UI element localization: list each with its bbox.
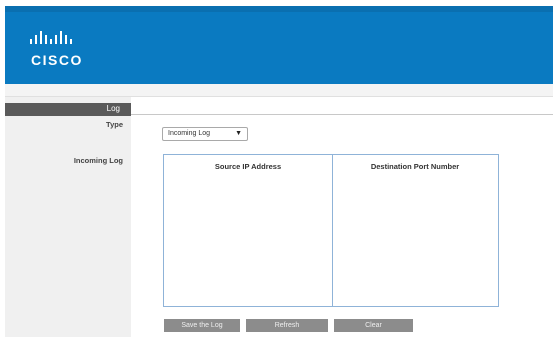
nav-item-log[interactable]: Log <box>5 103 131 116</box>
header-bar: CISCO <box>5 6 553 84</box>
source-ip-column: Source IP Address <box>164 155 333 306</box>
nav-item-log-label: Log <box>106 104 120 113</box>
content-divider <box>131 114 553 115</box>
type-label: Type <box>106 120 123 129</box>
left-nav: Log <box>5 97 131 337</box>
save-log-button[interactable]: Save the Log <box>164 319 240 332</box>
clear-button[interactable]: Clear <box>334 319 413 332</box>
logo-word: CISCO <box>31 52 83 68</box>
destination-port-column: Destination Port Number <box>333 155 497 306</box>
log-type-select[interactable]: Incoming Log ▼ <box>162 127 248 141</box>
incoming-log-label: Incoming Log <box>73 156 123 165</box>
column-header-destination-port: Destination Port Number <box>370 162 460 171</box>
log-type-selected: Incoming Log <box>168 130 211 137</box>
cisco-bars-icon <box>30 31 72 44</box>
log-table[interactable]: Source IP Address Destination Port Numbe… <box>163 154 499 307</box>
chevron-down-icon: ▼ <box>235 130 242 137</box>
column-header-source-ip: Source IP Address <box>214 162 282 171</box>
cisco-logo: CISCO <box>29 30 109 74</box>
header-divider <box>5 84 553 97</box>
router-admin-page: CISCO Log Type Incoming Log ▼ Incoming L… <box>5 6 553 337</box>
refresh-button[interactable]: Refresh <box>246 319 328 332</box>
header-strip <box>5 6 553 12</box>
